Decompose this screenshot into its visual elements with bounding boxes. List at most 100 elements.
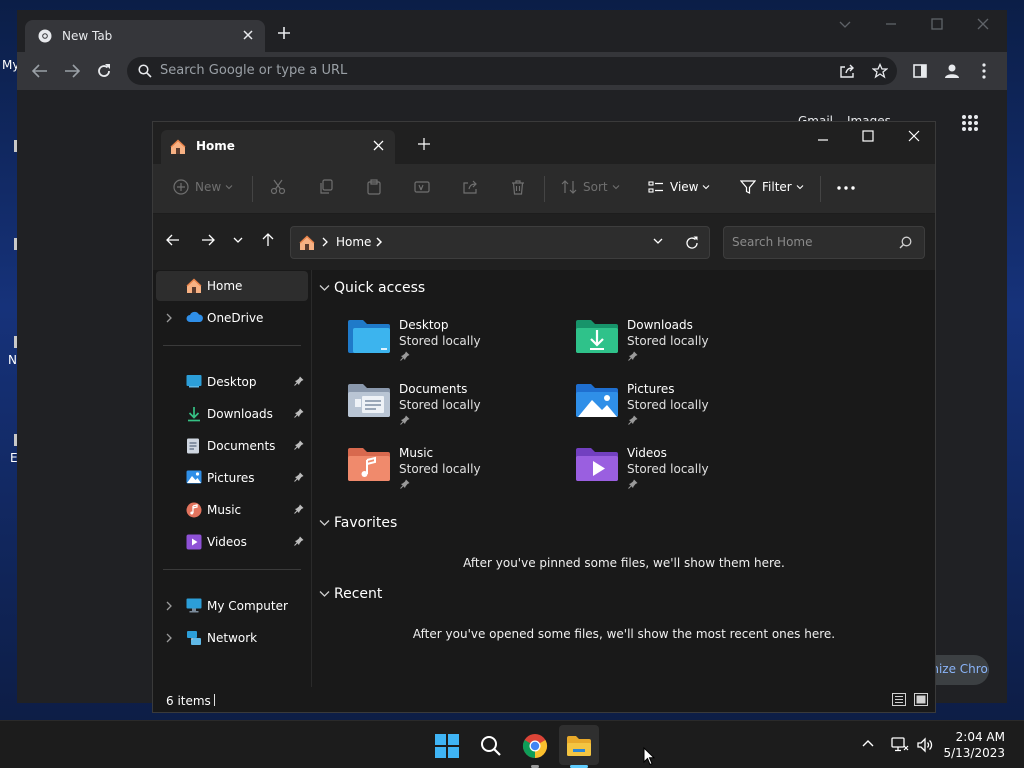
tile-downloads[interactable]: Downloads Stored locally [575, 314, 775, 370]
home-icon [299, 235, 315, 251]
pin-icon [628, 415, 638, 425]
back-arrow-icon[interactable] [32, 64, 48, 78]
sort-label: Sort [583, 180, 608, 194]
rename-button[interactable] [414, 179, 430, 195]
recent-empty-message: After you've opened some files, we'll sh… [412, 627, 836, 641]
tile-status: Stored locally [399, 334, 481, 348]
recent-locations-chevron-icon[interactable] [233, 236, 243, 244]
pane-divider[interactable] [311, 270, 312, 687]
explorer-tabstrip[interactable]: Home [153, 122, 935, 164]
scissors-icon [270, 179, 286, 195]
apps-grid-icon[interactable] [961, 114, 979, 132]
forward-arrow-icon[interactable] [201, 234, 215, 246]
tile-music[interactable]: Music Stored locally [347, 442, 547, 498]
tile-pictures[interactable]: Pictures Stored locally [575, 378, 775, 434]
omnibox[interactable]: Search Google or type a URL [127, 57, 897, 85]
nav-item-onedrive[interactable]: OneDrive [153, 302, 311, 334]
network-status-icon[interactable] [891, 737, 909, 753]
start-button[interactable] [430, 729, 464, 763]
details-view-icon[interactable] [892, 693, 906, 706]
new-tab-plus-icon[interactable] [418, 138, 430, 150]
nav-item-downloads[interactable]: Downloads [153, 398, 311, 430]
section-favorites[interactable]: Favorites [319, 515, 397, 531]
copy-button[interactable] [318, 179, 334, 195]
tiles-view-icon[interactable] [914, 693, 928, 706]
chrome-tab-new-tab[interactable]: New Tab [25, 20, 265, 52]
more-vertical-icon[interactable] [982, 63, 986, 79]
close-icon[interactable] [373, 140, 384, 151]
command-bar: New Sort View Filter [153, 164, 935, 214]
paste-button[interactable] [366, 179, 382, 195]
forward-arrow-icon[interactable] [64, 64, 80, 78]
maximize-icon[interactable] [931, 18, 943, 30]
expand-chevron-icon[interactable] [165, 601, 173, 611]
minimize-icon[interactable] [817, 134, 829, 146]
favorites-empty-message: After you've pinned some files, we'll sh… [463, 556, 785, 570]
nav-divider [163, 345, 301, 346]
new-button[interactable]: New [173, 179, 233, 195]
section-recent[interactable]: Recent [319, 586, 382, 602]
search-button[interactable] [474, 729, 508, 763]
cut-button[interactable] [270, 179, 286, 195]
expand-chevron-icon[interactable] [165, 633, 173, 643]
nav-item-label: OneDrive [207, 311, 264, 325]
see-more-button[interactable] [837, 186, 855, 190]
breadcrumb-home[interactable]: Home [336, 235, 371, 249]
share-button[interactable] [462, 179, 478, 195]
nav-item-music[interactable]: Music [153, 494, 311, 526]
nav-item-videos[interactable]: Videos [153, 526, 311, 558]
tile-status: Stored locally [399, 462, 481, 476]
sort-button[interactable]: Sort [561, 179, 620, 195]
expand-chevron-icon[interactable] [165, 313, 173, 323]
tile-desktop[interactable]: Desktop Stored locally [347, 314, 547, 370]
delete-button[interactable] [510, 179, 526, 195]
search-box[interactable]: Search Home [723, 226, 925, 259]
side-panel-icon[interactable] [913, 64, 927, 78]
nav-item-pictures[interactable]: Pictures [153, 462, 311, 494]
show-hidden-icons-chevron-icon[interactable] [862, 739, 874, 747]
nav-item-documents[interactable]: Documents [153, 430, 311, 462]
chevron-down-icon[interactable] [839, 18, 851, 30]
view-button[interactable]: View [648, 179, 710, 195]
address-bar[interactable]: Home [290, 226, 710, 259]
new-tab-plus-icon[interactable] [277, 26, 291, 40]
nav-item-label: Network [207, 631, 258, 645]
breadcrumb-chevron-icon[interactable] [375, 237, 383, 247]
nav-item-home[interactable]: Home [153, 270, 311, 302]
refresh-icon[interactable] [685, 236, 699, 250]
file-explorer-taskbar-button[interactable] [562, 729, 596, 763]
tile-videos[interactable]: Videos Stored locally [575, 442, 775, 498]
nav-item-network[interactable]: Network [153, 622, 311, 654]
tile-documents[interactable]: Documents Stored locally [347, 378, 547, 434]
up-arrow-icon[interactable] [262, 233, 274, 247]
clock[interactable]: 2:04 AM 5/13/2023 [943, 729, 1005, 761]
folder-icon [567, 736, 591, 756]
filter-button[interactable]: Filter [740, 179, 804, 195]
maximize-icon[interactable] [862, 130, 874, 142]
address-dropdown-icon[interactable] [653, 237, 663, 245]
close-icon[interactable] [977, 18, 989, 30]
document-icon [186, 438, 200, 454]
trash-icon [512, 180, 524, 195]
chrome-titlebar[interactable]: New Tab [17, 10, 1007, 52]
breadcrumb-chevron-icon[interactable] [321, 237, 329, 247]
chrome-taskbar-button[interactable] [518, 729, 552, 763]
nav-item-my-computer[interactable]: My Computer [153, 590, 311, 622]
close-icon[interactable] [242, 29, 254, 41]
chevron-down-icon [796, 185, 804, 190]
share-icon[interactable] [839, 63, 855, 79]
nav-item-desktop[interactable]: Desktop [153, 366, 311, 398]
back-arrow-icon[interactable] [166, 234, 180, 246]
tile-name: Music [399, 446, 434, 460]
reload-icon[interactable] [96, 63, 112, 79]
close-icon[interactable] [908, 130, 920, 142]
explorer-tab-home[interactable]: Home [161, 130, 395, 164]
file-explorer-window: Home New Sort View Filter Home Search Ho… [152, 121, 936, 713]
star-icon[interactable] [872, 63, 888, 79]
pin-icon [294, 376, 304, 386]
chevron-down-icon [703, 185, 710, 190]
volume-icon[interactable] [916, 737, 934, 753]
desktop-icon-label[interactable]: N [8, 353, 17, 367]
minimize-icon[interactable] [885, 18, 897, 30]
profile-icon[interactable] [944, 63, 960, 79]
